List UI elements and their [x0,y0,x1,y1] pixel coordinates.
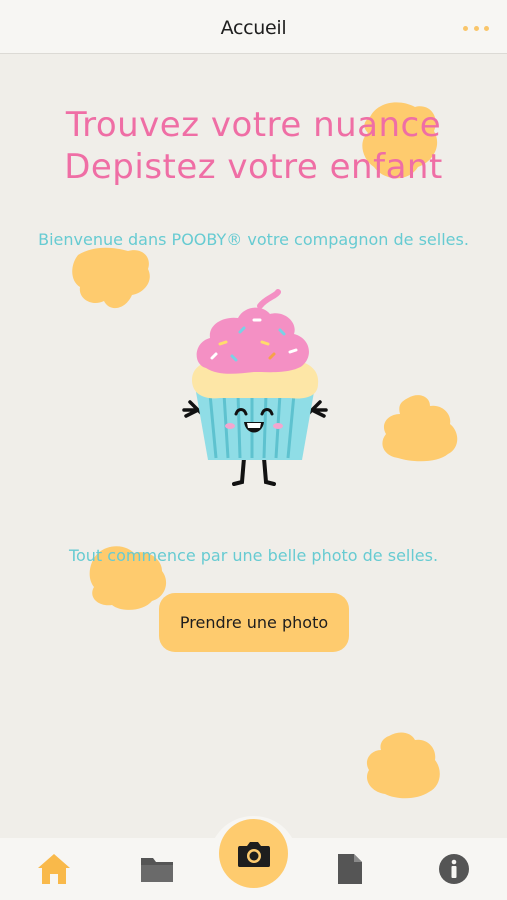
document-icon [338,854,362,884]
camera-icon [237,841,270,867]
take-photo-button[interactable]: Prendre une photo [159,593,349,652]
home-icon [38,854,70,884]
tab-documents[interactable] [315,838,385,900]
tab-history[interactable] [122,838,192,900]
decorative-blob [382,395,458,462]
more-dots-icon[interactable] [463,18,489,38]
info-icon [439,854,469,884]
page-title: Accueil [220,17,287,39]
tab-info[interactable] [419,838,489,900]
headline-line-2: Depistez votre enfant [64,147,443,187]
camera-button[interactable] [219,819,288,888]
welcome-text: Bienvenue dans POOBY® votre compagnon de… [38,230,469,249]
folder-icon [141,858,173,882]
decorative-blob [366,732,440,799]
cupcake-mascot [182,289,328,486]
header-bar: Accueil [0,0,507,54]
headline-line-1: Trouvez votre nuance [65,105,442,145]
decorative-blob [72,247,150,309]
invite-text: Tout commence par une belle photo de sel… [68,546,439,565]
tab-home[interactable] [19,838,89,900]
